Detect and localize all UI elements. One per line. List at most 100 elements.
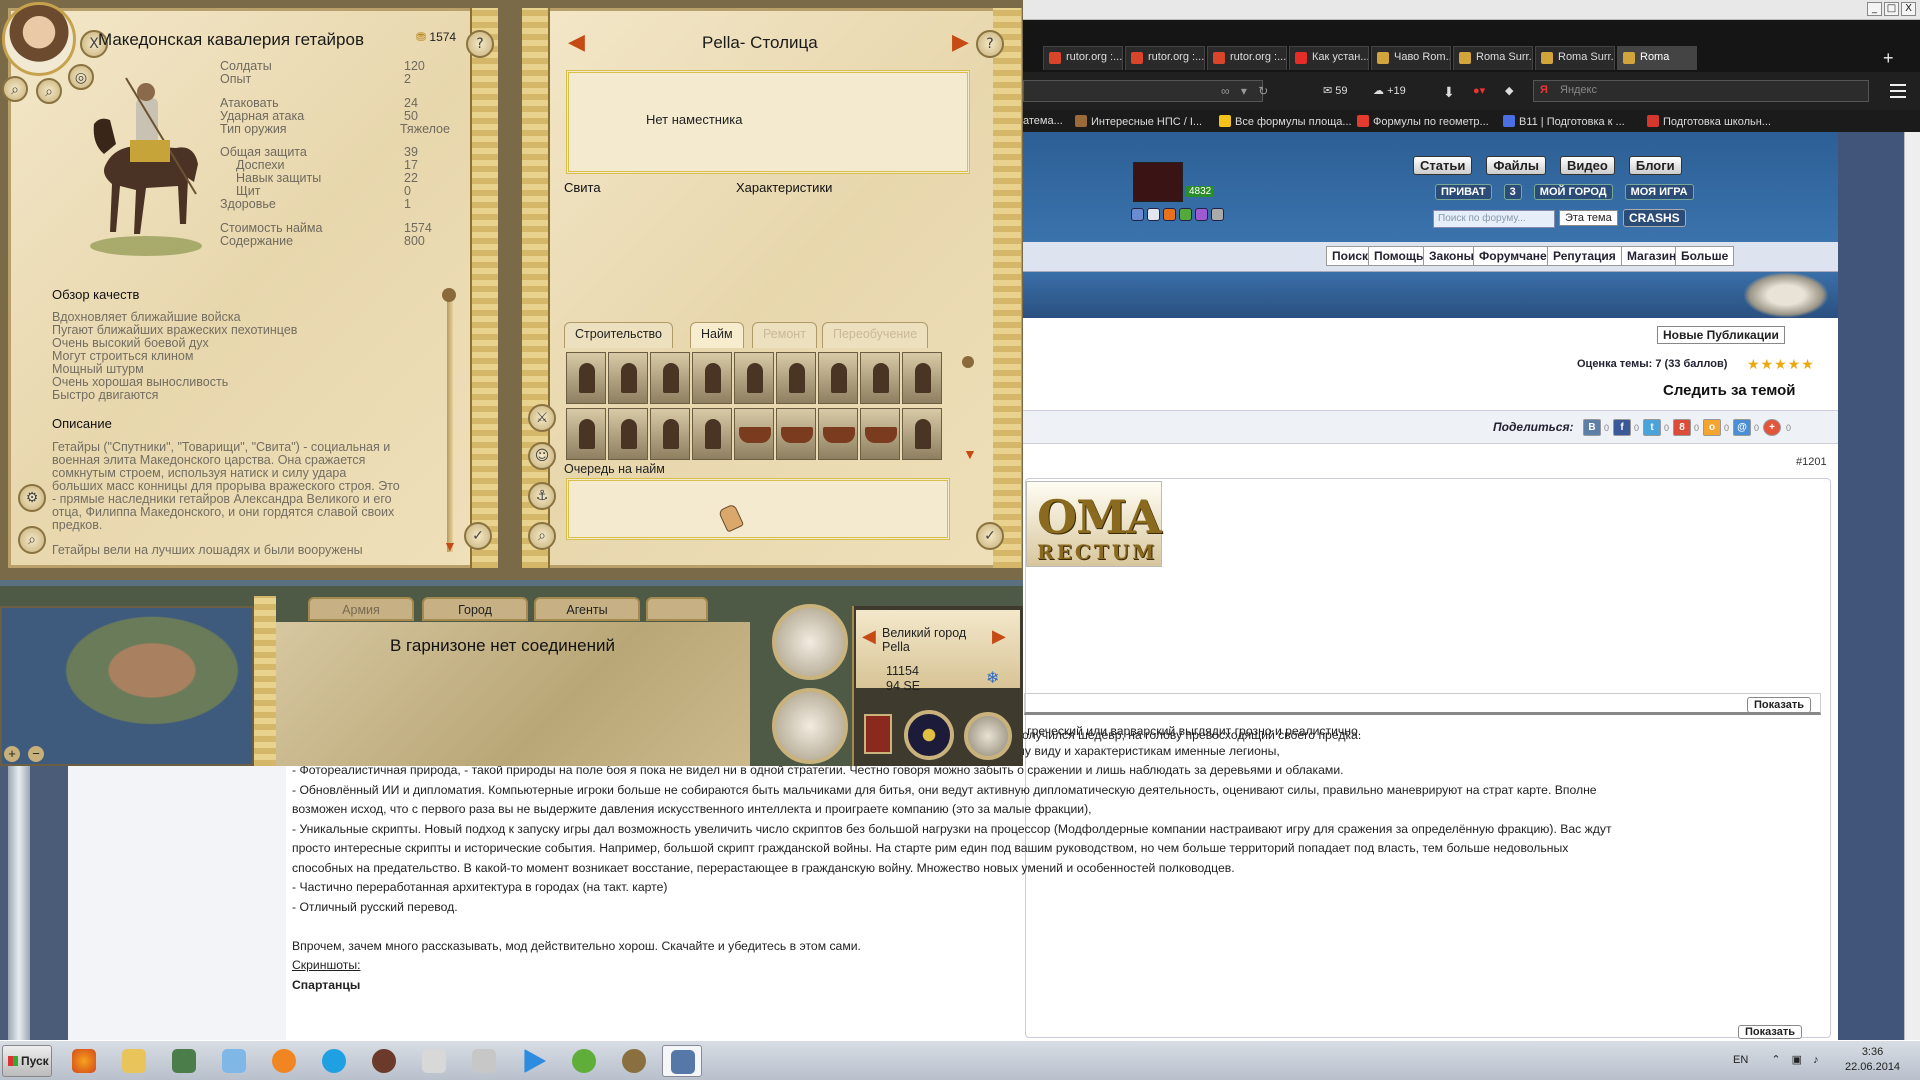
notepad-icon[interactable] bbox=[214, 1045, 254, 1077]
recruit-ship-card[interactable] bbox=[776, 408, 816, 460]
addon-icon[interactable]: ◆ bbox=[1505, 84, 1513, 97]
recruit-unit-card[interactable] bbox=[692, 408, 732, 460]
browser-tab[interactable]: rutor.org :... bbox=[1207, 46, 1287, 70]
mail-icon[interactable]: ✉ 59 bbox=[1323, 84, 1348, 97]
media-player-icon[interactable] bbox=[514, 1045, 554, 1077]
confirm-check-icon[interactable]: ✓ bbox=[464, 522, 492, 550]
recruit-ship-card[interactable] bbox=[818, 408, 858, 460]
help-icon[interactable]: ? bbox=[466, 30, 494, 58]
recruit-unit-card[interactable] bbox=[902, 408, 942, 460]
ok-share-icon[interactable]: о bbox=[1703, 419, 1721, 436]
tab-agents[interactable]: Агенты bbox=[534, 597, 640, 621]
nav-rules[interactable]: Законы bbox=[1423, 246, 1480, 266]
rating-stars[interactable]: ★★★★★ bbox=[1747, 356, 1815, 373]
zoom-in-icon[interactable]: + bbox=[4, 746, 20, 762]
rome-total-war-icon[interactable] bbox=[614, 1045, 654, 1077]
explorer-folder-icon[interactable] bbox=[114, 1045, 154, 1077]
tab-recruitment[interactable]: Найм bbox=[690, 322, 744, 348]
faction-shield-icon[interactable] bbox=[864, 714, 892, 754]
clock[interactable]: 3:36 22.06.2014 bbox=[1845, 1045, 1900, 1075]
weather-icon[interactable]: ☁ +19 bbox=[1373, 84, 1406, 97]
search-icon[interactable]: ⌕ bbox=[528, 522, 556, 550]
recruit-unit-card[interactable] bbox=[860, 352, 900, 404]
sword-filter-icon[interactable]: ⚔ bbox=[528, 404, 556, 432]
browser-tab[interactable]: Чаво Rom... bbox=[1371, 46, 1451, 70]
end-turn-icon[interactable] bbox=[964, 712, 1012, 760]
tab-empty[interactable] bbox=[646, 597, 708, 621]
nav-files[interactable]: Файлы bbox=[1486, 156, 1547, 175]
post-number[interactable]: #1201 bbox=[1796, 456, 1827, 468]
browser-tab[interactable]: rutor.org :... bbox=[1125, 46, 1205, 70]
nav-video[interactable]: Видео bbox=[1560, 156, 1615, 175]
nav-shop[interactable]: Магазин bbox=[1621, 246, 1683, 266]
monitor-icon[interactable] bbox=[164, 1045, 204, 1077]
volume-icon[interactable]: ♪ bbox=[1813, 1054, 1819, 1066]
tab-city[interactable]: Город bbox=[422, 597, 528, 621]
crashes-menu[interactable]: CRASHS bbox=[1623, 209, 1686, 227]
vk-share-icon[interactable]: В bbox=[1583, 419, 1601, 436]
notifications-icon[interactable] bbox=[1163, 208, 1176, 221]
help-icon[interactable]: ? bbox=[976, 30, 1004, 58]
reload-icon[interactable]: ∞ ▾ ↻ bbox=[1221, 84, 1272, 98]
macedon-sun-icon[interactable] bbox=[904, 710, 954, 760]
browser-tab[interactable]: Как устан... bbox=[1289, 46, 1369, 70]
nav-my-game[interactable]: МОЯ ИГРА bbox=[1624, 184, 1694, 200]
profile-icon[interactable] bbox=[1131, 208, 1144, 221]
tray-expand-icon[interactable]: ⌃ bbox=[1771, 1054, 1780, 1066]
start-button[interactable]: Пуск bbox=[2, 1045, 52, 1077]
browser-tab[interactable]: Roma Surr... bbox=[1453, 46, 1533, 70]
search-icon[interactable]: ⌕ bbox=[18, 526, 46, 554]
language-indicator[interactable]: EN bbox=[1733, 1054, 1748, 1066]
bookmark-item[interactable]: Все формулы площа... bbox=[1219, 115, 1352, 128]
new-tab-button[interactable]: + bbox=[1883, 48, 1894, 69]
logout-icon[interactable] bbox=[1211, 208, 1224, 221]
recruit-unit-card[interactable] bbox=[566, 408, 606, 460]
bookmark-item[interactable]: Подготовка школьн... bbox=[1647, 115, 1771, 128]
nav-my-city[interactable]: МОЙ ГОРОД bbox=[1533, 184, 1613, 200]
search-input[interactable]: Я Яндекс bbox=[1533, 80, 1869, 102]
recruit-unit-card[interactable] bbox=[692, 352, 732, 404]
description-scrollbar[interactable] bbox=[447, 290, 453, 552]
recruit-ship-card[interactable] bbox=[734, 408, 774, 460]
forum-search-input[interactable]: Поиск по форуму... bbox=[1433, 210, 1555, 228]
nav-blogs[interactable]: Блоги bbox=[1628, 156, 1682, 175]
recruit-ship-card[interactable] bbox=[860, 408, 900, 460]
prev-city-arrow-icon[interactable]: ◀ bbox=[568, 30, 585, 55]
recruit-unit-card[interactable] bbox=[608, 408, 648, 460]
skype-icon[interactable] bbox=[314, 1045, 354, 1077]
recruit-unit-card[interactable] bbox=[650, 352, 690, 404]
prev-settlement-arrow-icon[interactable]: ◀ bbox=[862, 626, 876, 647]
next-settlement-arrow-icon[interactable]: ▶ bbox=[992, 626, 1006, 647]
nav-more[interactable]: Больше bbox=[1675, 246, 1735, 266]
messages-icon[interactable] bbox=[1195, 208, 1208, 221]
bookmark-item[interactable]: атема... bbox=[1023, 115, 1063, 127]
confirm-check-icon[interactable]: ✓ bbox=[976, 522, 1004, 550]
download-icon[interactable]: ⬇ bbox=[1443, 84, 1455, 101]
twitter-share-icon[interactable]: t bbox=[1643, 419, 1661, 436]
gplus-share-icon[interactable]: 8 bbox=[1673, 419, 1691, 436]
recruit-unit-card[interactable] bbox=[608, 352, 648, 404]
tab-repair[interactable]: Ремонт bbox=[752, 322, 817, 348]
nav-search[interactable]: Поиск bbox=[1326, 246, 1375, 266]
bookmark-item[interactable]: B11 | Подготовка к ... bbox=[1503, 115, 1625, 128]
facebook-share-icon[interactable]: f bbox=[1613, 419, 1631, 436]
search-scope-button[interactable]: Эта тема bbox=[1559, 210, 1618, 226]
governor-helmet-icon[interactable] bbox=[772, 688, 848, 764]
recruit-unit-card[interactable] bbox=[566, 352, 606, 404]
zoom-out-icon[interactable]: − bbox=[28, 746, 44, 762]
tab-retrain[interactable]: Переобучение bbox=[822, 322, 929, 348]
next-city-arrow-icon[interactable]: ▶ bbox=[952, 30, 969, 55]
tab-construction[interactable]: Строительство bbox=[564, 322, 673, 348]
adblock-icon[interactable]: ●▾ bbox=[1473, 84, 1485, 97]
grid-scroll-down-icon[interactable]: ▼ bbox=[963, 446, 977, 462]
utorrent-icon[interactable] bbox=[564, 1045, 604, 1077]
nav-private[interactable]: ПРИВАТ bbox=[1435, 184, 1492, 200]
advisor-portrait[interactable] bbox=[2, 2, 76, 76]
screenshots-link[interactable]: Скриншоты: bbox=[292, 956, 1802, 976]
bookmark-item[interactable]: Интересные НПС / I... bbox=[1075, 115, 1202, 128]
recruit-unit-card[interactable] bbox=[818, 352, 858, 404]
recruit-unit-card[interactable] bbox=[734, 352, 774, 404]
mailru-share-icon[interactable]: @ bbox=[1733, 419, 1751, 436]
browser-tab[interactable]: Roma Surr... bbox=[1535, 46, 1615, 70]
nav-members[interactable]: Форумчане bbox=[1473, 246, 1553, 266]
